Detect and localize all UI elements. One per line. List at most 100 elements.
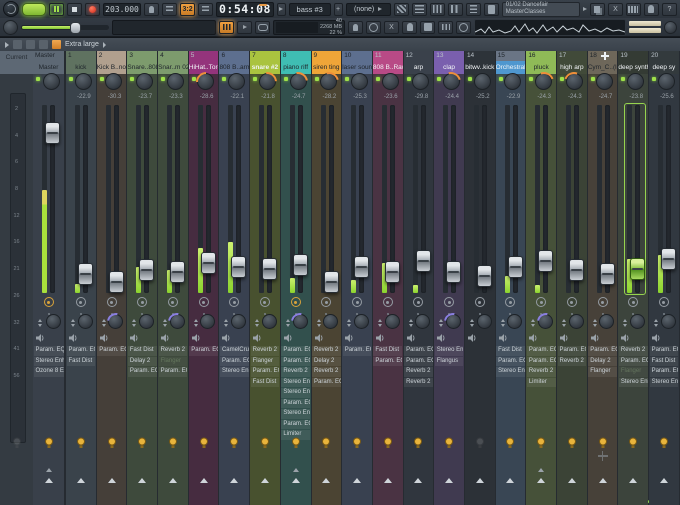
fx-slot[interactable]: Param. EQ 2 — [281, 398, 310, 408]
fx-slot[interactable]: Param. EQ 2 — [373, 356, 403, 366]
fader-handle[interactable] — [384, 261, 400, 283]
fader-handle[interactable] — [446, 261, 462, 283]
pan-knob[interactable] — [627, 73, 645, 90]
mixer-track-strip[interactable]: 11 808 B..Raw -23.6 Fast DistParam. EQ 2 — [372, 51, 403, 505]
pan-knob[interactable] — [350, 73, 368, 90]
pan-knob[interactable] — [504, 73, 522, 90]
fader-handle[interactable] — [661, 248, 677, 270]
track-name[interactable]: arp — [403, 61, 434, 74]
track-name[interactable]: Kick B..nock — [96, 61, 127, 74]
link-button[interactable] — [255, 20, 270, 34]
pan-knob[interactable] — [657, 73, 675, 90]
bulb-icon[interactable] — [229, 437, 239, 449]
fader-handle[interactable] — [78, 263, 93, 285]
track-enable-led[interactable] — [222, 77, 227, 81]
mute-button[interactable] — [106, 297, 117, 307]
fx-slot[interactable]: Reverb 2 — [404, 367, 433, 377]
fx-slot[interactable]: Param. EQ 2 — [404, 346, 433, 356]
mixer-track-strip[interactable]: 12 arp -29.8 Param. EQ 2Param. EQ 2Rever… — [403, 51, 434, 505]
route-send-icon[interactable] — [107, 478, 116, 483]
pan-knob[interactable] — [74, 73, 92, 90]
stereo-separation-knob[interactable] — [532, 308, 559, 335]
stereo-separation-knob[interactable] — [630, 314, 646, 329]
mixer-track-strip[interactable]: 16 pluck -24.3 Param. EQ 2Param. EQ 2Rev… — [526, 51, 559, 505]
mixer-track-strip[interactable]: 15 Orchestral 1 -22.9 Fast DistParam. EQ… — [495, 51, 526, 505]
stereo-swap-icon[interactable] — [377, 319, 382, 329]
mixer-button[interactable] — [447, 2, 463, 16]
fx-slot[interactable]: Param. EQ 2 — [526, 346, 556, 356]
mute-button[interactable] — [352, 297, 363, 307]
detach-icon[interactable] — [13, 40, 22, 49]
pan-knob[interactable] — [437, 67, 466, 96]
fx-slot[interactable]: Reverb 2 — [404, 377, 433, 387]
fx-slot[interactable]: Fast Dist — [496, 346, 525, 356]
track-name[interactable]: 808 B..Raw — [372, 61, 403, 74]
pattern-add-button[interactable]: + — [333, 2, 343, 16]
pan-knob[interactable] — [284, 67, 312, 96]
channel-rack-button[interactable] — [411, 2, 427, 16]
stereo-swap-icon[interactable] — [562, 319, 566, 329]
stereo-separation-knob[interactable] — [287, 308, 313, 335]
fader-handle[interactable] — [507, 256, 523, 278]
stereo-swap-icon[interactable] — [469, 319, 474, 329]
chevron-right-icon[interactable] — [582, 7, 587, 11]
fx-slot[interactable]: Fast Dist — [127, 346, 157, 356]
route-send-icon[interactable] — [44, 478, 53, 483]
stereo-swap-icon[interactable] — [193, 319, 198, 329]
song-mode-switch[interactable] — [22, 2, 46, 16]
midi-button[interactable] — [438, 20, 453, 34]
stereo-swap-icon[interactable] — [347, 319, 352, 329]
route-send-icon-small[interactable] — [45, 468, 52, 472]
stereo-separation-knob[interactable] — [384, 314, 400, 329]
pan-knob[interactable] — [596, 73, 614, 90]
project-picker-panel[interactable]: 01/02 Dancefair MasterClasses — [501, 1, 580, 17]
current-track-strip[interactable]: Current 2 4 6 8 12 16 21 26 32 41 56 — [0, 51, 33, 505]
track-enable-led[interactable] — [99, 77, 104, 81]
stereo-swap-icon[interactable] — [408, 319, 413, 329]
volume-fader[interactable] — [113, 105, 119, 293]
fx-slot[interactable]: Reverb 2 — [250, 346, 280, 356]
bulb-icon[interactable] — [260, 437, 270, 449]
route-send-icon[interactable] — [475, 478, 484, 483]
play-button[interactable] — [49, 2, 64, 16]
mixer-track-strip[interactable]: 14 bitwv..kick -25.2 — [464, 51, 495, 505]
pan-knob[interactable] — [228, 73, 246, 90]
copy-button[interactable] — [589, 2, 605, 16]
fader-handle[interactable] — [476, 265, 492, 287]
pan-knob[interactable] — [166, 73, 184, 90]
fx-slot[interactable]: Param. EQ 2 — [404, 356, 433, 366]
fx-slot[interactable]: Param. EQ 2 — [312, 377, 341, 387]
fx-slot[interactable]: Stereo Enhancer — [281, 388, 310, 398]
stereo-swap-icon[interactable] — [38, 319, 42, 329]
track-name[interactable]: bitwv..kick — [464, 61, 495, 74]
mute-button[interactable] — [290, 297, 301, 307]
stereo-swap-icon[interactable] — [592, 319, 597, 329]
route-send-icon[interactable] — [353, 478, 362, 483]
stereo-separation-knob[interactable] — [139, 314, 155, 329]
fx-slot[interactable]: Ozone 8 Elements — [33, 367, 64, 377]
main-pitch-knob[interactable] — [3, 19, 18, 35]
track-enable-led[interactable] — [529, 77, 534, 81]
stereo-swap-icon[interactable] — [500, 319, 505, 329]
fx-slot[interactable]: Flanger — [159, 357, 188, 367]
stereo-separation-knob[interactable] — [164, 308, 190, 335]
mixer-track-strip[interactable]: 9 siren ting -28.2 Reverb 2 Delay 2 Reverb… — [311, 51, 343, 505]
fx-slot[interactable]: Param. EQ 2 — [281, 356, 310, 366]
mute-button[interactable] — [505, 297, 516, 307]
track-name[interactable]: Cym_C..(liq — [587, 61, 618, 74]
mixer-track-strip[interactable]: Master Master Param. EQ 2Stereo Enhancer… — [33, 51, 64, 505]
fx-slot[interactable]: Param. EQ 2 — [281, 419, 310, 429]
fx-slot[interactable]: Stereo Enhancer — [281, 377, 310, 387]
bulb-icon[interactable] — [44, 437, 54, 449]
route-send-icon[interactable] — [598, 478, 607, 483]
mixer-track-strip[interactable]: 2 Kick B..nock -30.3 Param. EQ 2 — [96, 51, 129, 505]
stereo-swap-icon[interactable] — [654, 319, 659, 329]
mixer-track-strip[interactable]: 17 high arp -24.3 Param. EQ 2Reverb 2 — [557, 51, 588, 505]
fx-slot[interactable]: Param. EQ 2 — [219, 356, 249, 366]
bulb-icon[interactable] — [567, 437, 577, 449]
mute-button[interactable] — [413, 297, 424, 307]
blend-record-button[interactable] — [198, 2, 214, 16]
fx-slot[interactable]: Param. EQ 2 — [496, 356, 525, 366]
playlist-button[interactable] — [393, 2, 409, 16]
fader-handle[interactable] — [569, 259, 584, 281]
